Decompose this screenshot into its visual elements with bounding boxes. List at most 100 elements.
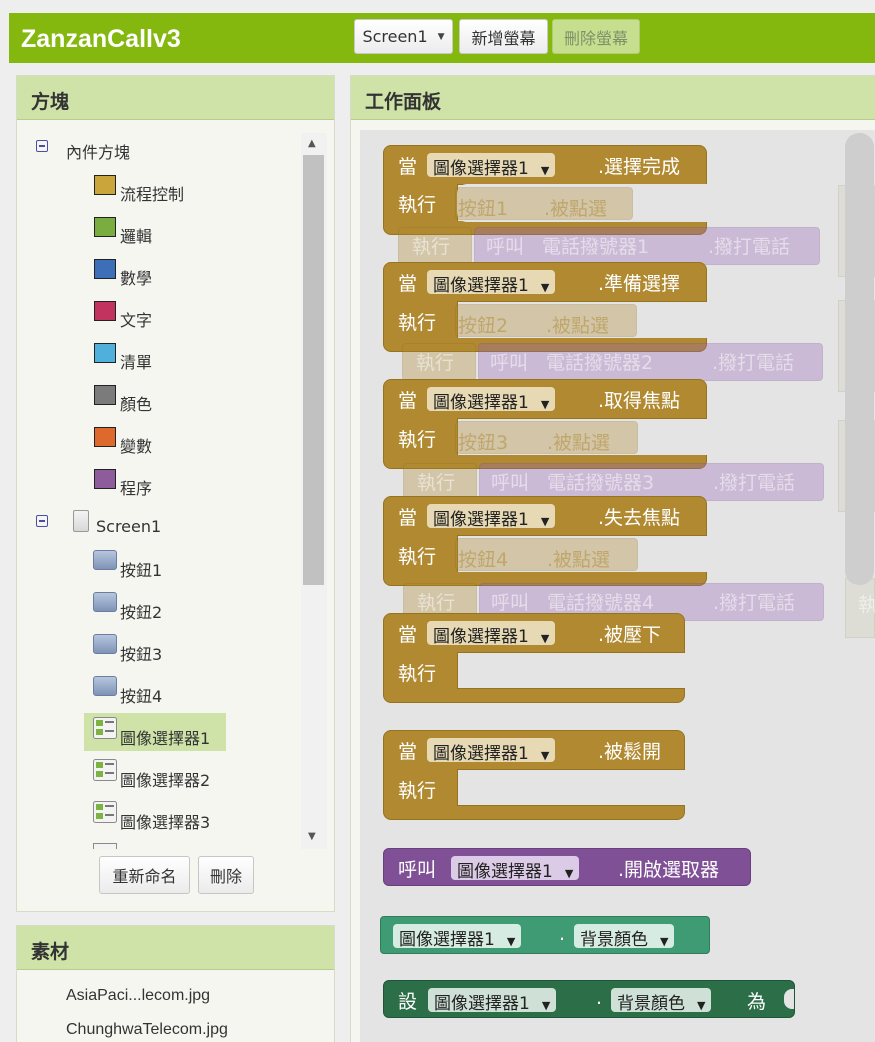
property-dropdown-label: 背景顏色 (617, 994, 685, 1014)
event-footer (383, 806, 685, 820)
ghost-method-label: .撥打電話 (713, 592, 796, 614)
component-label: 圖像選擇器3 (120, 813, 211, 832)
component-dropdown[interactable]: 圖像選擇器1 ▼ (393, 924, 522, 950)
screen-select[interactable]: Screen1 ▼ (354, 19, 453, 54)
image-picker-icon (93, 717, 117, 739)
button-component-icon (93, 634, 117, 654)
workspace-title: 工作面板 (351, 76, 875, 120)
keyword-when: 當 (398, 741, 418, 763)
component-dropdown[interactable]: 圖像選擇器1 ▼ (427, 504, 556, 530)
event-name: .選擇完成 (598, 156, 681, 178)
chevron-down-icon: ▼ (540, 749, 550, 762)
swatch-icon (94, 217, 116, 237)
media-file-item[interactable]: AsiaPaci...lecom.jpg (66, 987, 210, 1005)
image-picker-icon (93, 759, 117, 781)
ghost-call-keyword: 呼叫 (491, 592, 530, 614)
button-component-icon (93, 550, 117, 570)
property-getter-block[interactable]: 圖像選擇器1 ▼ . 背景顏色 ▼ (380, 916, 710, 954)
ghost-call-keyword: 呼叫 (491, 472, 530, 494)
component-dropdown-label: 圖像選擇器1 (433, 510, 529, 530)
chevron-down-icon: ▼ (660, 935, 669, 948)
swatch-icon (94, 427, 116, 447)
tree-item-label: 數學 (120, 269, 153, 288)
property-dropdown[interactable]: 背景顏色 ▼ (611, 988, 712, 1014)
keyword-do: 執行 (398, 663, 437, 685)
tree-item-label: 文字 (120, 311, 153, 330)
swatch-icon (94, 175, 116, 195)
dot-separator: . (596, 987, 603, 1009)
ghost-event-label: .被點選 (544, 198, 608, 220)
component-dropdown[interactable]: 圖像選擇器1 ▼ (451, 856, 580, 882)
component-label: 圖像選擇器1 (120, 729, 211, 748)
keyword-do: 執行 (398, 194, 437, 216)
keyword-when: 當 (398, 507, 418, 529)
ghost-button-label: 按鈕4 (458, 549, 509, 571)
component-dropdown[interactable]: 圖像選擇器1 ▼ (428, 988, 557, 1014)
swatch-icon (94, 301, 116, 321)
component-dropdown-label: 圖像選擇器1 (399, 930, 495, 950)
keyword-when: 當 (398, 273, 418, 295)
keyword-do: 執行 (398, 312, 437, 334)
statement-slot (458, 652, 685, 689)
ghost-method-label: .撥打電話 (713, 472, 796, 494)
property-dropdown[interactable]: 背景顏色 ▼ (574, 924, 675, 950)
media-file-item[interactable]: ChunghwaTelecom.jpg (66, 1021, 228, 1039)
chevron-down-icon: ▼ (540, 398, 550, 411)
scroll-up-icon[interactable]: ▲ (308, 138, 316, 149)
chevron-down-icon: ▼ (564, 867, 574, 880)
keyword-to: 為 (747, 991, 767, 1013)
method-name: .開啟選取器 (618, 859, 720, 881)
delete-button[interactable]: 刪除 (198, 856, 254, 894)
tree-screen-label[interactable]: Screen1 (96, 517, 161, 536)
ghost-block-text: 執行 (858, 594, 875, 616)
chevron-down-icon: ▼ (540, 515, 550, 528)
ghost-call-keyword: 呼叫 (486, 236, 525, 258)
tree-scrollbar-thumb[interactable] (303, 155, 324, 585)
chevron-down-icon: ▼ (697, 999, 706, 1012)
remove-screen-button[interactable]: 刪除螢幕 (552, 19, 640, 54)
event-name: .失去焦點 (598, 507, 681, 529)
ghost-call-keyword: 呼叫 (490, 352, 529, 374)
tree-builtin-label[interactable]: 內件方塊 (66, 139, 130, 163)
component-dropdown[interactable]: 圖像選擇器1 ▼ (427, 153, 556, 179)
tree-item-label: 顏色 (120, 395, 153, 414)
ghost-do-label: 執行 (412, 236, 451, 258)
component-label: 圖像選擇器2 (120, 771, 211, 790)
swatch-icon (94, 259, 116, 279)
component-dropdown-label: 圖像選擇器1 (433, 159, 529, 179)
property-setter-block[interactable]: 設 圖像選擇器1 ▼ . 背景顏色 ▼ 為 (383, 980, 795, 1018)
add-screen-button[interactable]: 新增螢幕 (459, 19, 548, 54)
ghost-event-label: .被點選 (547, 549, 611, 571)
event-name: .準備選擇 (598, 273, 681, 295)
top-bar: ZanzanCallv3 Screen1 ▼ 新增螢幕 刪除螢幕 (9, 13, 875, 63)
tree-item-label: 流程控制 (120, 185, 185, 204)
component-label: 按鈕4 (120, 687, 163, 706)
call-open-picker-block[interactable]: 呼叫 圖像選擇器1 ▼ .開啟選取器 (383, 848, 751, 886)
ghost-do-label: 執行 (417, 472, 456, 494)
ghost-phone-label: 電話撥號器3 (547, 472, 655, 494)
image-picker-icon (93, 843, 117, 849)
component-dropdown[interactable]: 圖像選擇器1 ▼ (427, 387, 556, 413)
ghost-phone-label: 電話撥號器4 (547, 592, 655, 614)
chevron-down-icon: ▼ (541, 999, 551, 1012)
component-dropdown[interactable]: 圖像選擇器1 ▼ (427, 738, 556, 764)
ghost-button-label: 按鈕2 (458, 315, 509, 337)
value-socket[interactable] (784, 989, 794, 1009)
component-dropdown-label: 圖像選擇器1 (434, 994, 530, 1014)
component-dropdown[interactable]: 圖像選擇器1 ▼ (427, 270, 556, 296)
keyword-when: 當 (398, 156, 418, 178)
dot-separator: . (559, 923, 566, 945)
scroll-down-icon[interactable]: ▼ (308, 831, 316, 842)
screen-icon (73, 510, 89, 532)
ghost-do-label: 執行 (417, 592, 456, 614)
rename-button[interactable]: 重新命名 (99, 856, 190, 894)
workspace-scrollbar-thumb[interactable] (845, 133, 874, 585)
component-dropdown[interactable]: 圖像選擇器1 ▼ (427, 621, 556, 647)
ghost-do-label: 執行 (416, 352, 455, 374)
property-dropdown-label: 背景顏色 (580, 930, 648, 950)
component-label: 按鈕3 (120, 645, 163, 664)
component-dropdown-label: 圖像選擇器1 (433, 393, 529, 413)
collapse-icon[interactable] (36, 140, 48, 152)
keyword-when: 當 (398, 624, 418, 646)
collapse-icon[interactable] (36, 515, 48, 527)
